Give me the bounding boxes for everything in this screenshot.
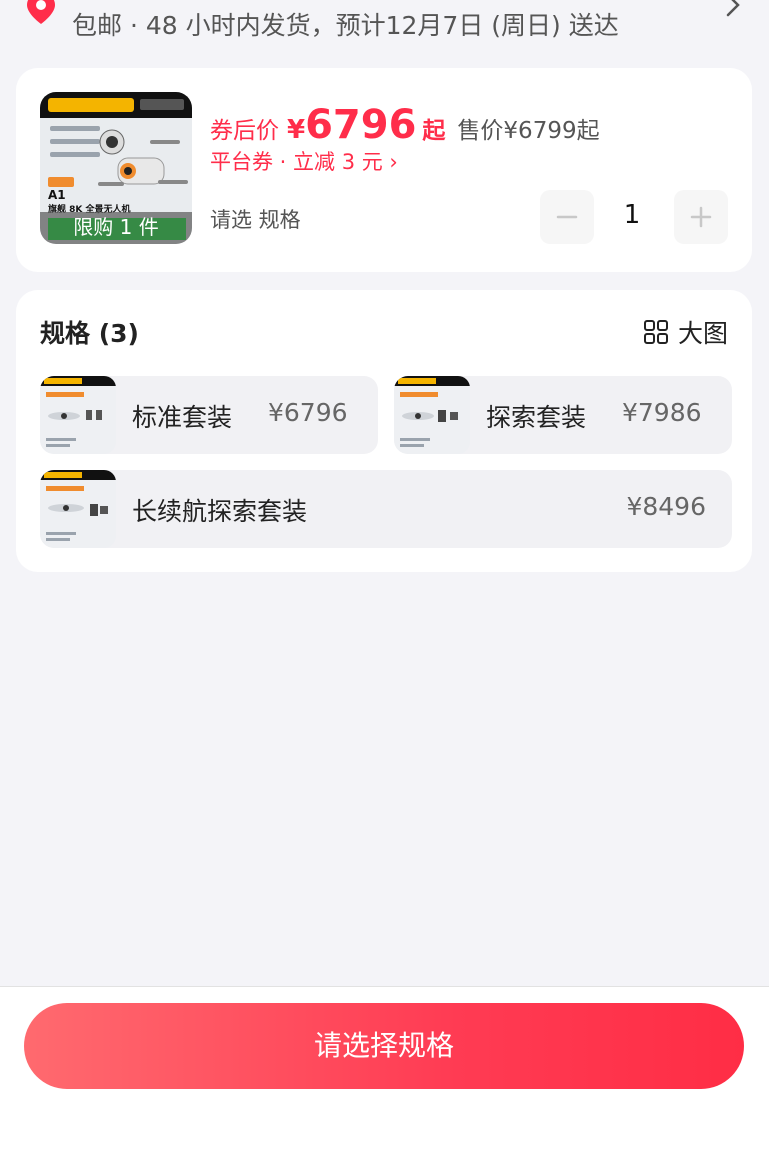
purchase-limit-badge: 限购 1 件 (73, 215, 159, 239)
sale-price: 售价¥6799起 (457, 118, 600, 144)
spec-option-long-range-explore[interactable]: 长续航探索套装 ¥8496 (40, 470, 732, 548)
coupon-price: 6796 (305, 102, 417, 148)
spec-option-image (40, 376, 116, 454)
chevron-right-icon[interactable] (721, 0, 745, 22)
select-spec-button[interactable]: 请选择规格 (24, 1003, 744, 1089)
large-image-toggle[interactable]: 大图 (643, 314, 728, 348)
spec-option-name: 长续航探索套装 (132, 497, 308, 526)
location-pin-icon (27, 0, 55, 24)
spec-option-price: ¥7986 (622, 398, 702, 427)
minus-icon (556, 215, 578, 219)
coupon-price-label: 券后价 (210, 118, 279, 144)
plus-icon (690, 206, 712, 228)
shipping-text: 包邮 · 48 小时内发货，预计12月7日 (周日) 送达 (72, 11, 619, 40)
product-card: A1 旗舰 8K 全景无人机 限购 1 件 券后价 ¥6796 起售价¥6799起 … (16, 68, 752, 272)
price-row: 券后价 ¥6796 起售价¥6799起 (210, 102, 600, 148)
spec-title: 规格 (3) (40, 319, 139, 348)
spec-option-price: ¥6796 (268, 398, 348, 427)
spec-option-image (394, 376, 470, 454)
selected-spec-label: 请选 规格 (210, 208, 301, 232)
large-image-label: 大图 (677, 319, 728, 348)
spec-option-explore[interactable]: 探索套装 ¥7986 (394, 376, 732, 454)
spec-option-standard[interactable]: 标准套装 ¥6796 (40, 376, 378, 454)
platform-coupon-link[interactable]: 平台券 · 立减 3 元 › (210, 146, 398, 176)
thumb-badge (48, 98, 134, 112)
quantity-value[interactable]: 1 (612, 200, 652, 230)
drone-image (98, 129, 188, 186)
currency-symbol: ¥ (287, 115, 306, 145)
thumb-new-tag (48, 177, 74, 187)
spec-panel: 规格 (3) 大图 标准套装 ¥6796 探索套装 ¥7986 长续航探索套装 … (16, 290, 752, 572)
thumb-model: A1 (48, 188, 66, 202)
spec-option-name: 探索套装 (486, 403, 587, 432)
quantity-increase-button[interactable] (674, 190, 728, 244)
quantity-decrease-button[interactable] (540, 190, 594, 244)
thumb-brand (140, 99, 184, 110)
sku-selector-page: 包邮 · 48 小时内发货，预计12月7日 (周日) 送达 A1 旗舰 8K 全… (0, 0, 769, 1153)
grid-icon (643, 320, 668, 344)
spec-option-image (40, 470, 116, 548)
shipping-bar[interactable]: 包邮 · 48 小时内发货，预计12月7日 (周日) 送达 (0, 0, 769, 52)
product-image[interactable]: A1 旗舰 8K 全景无人机 限购 1 件 (40, 92, 192, 244)
spec-option-name: 标准套装 (132, 403, 233, 432)
price-suffix: 起 (422, 118, 446, 144)
spec-option-price: ¥8496 (626, 492, 706, 521)
